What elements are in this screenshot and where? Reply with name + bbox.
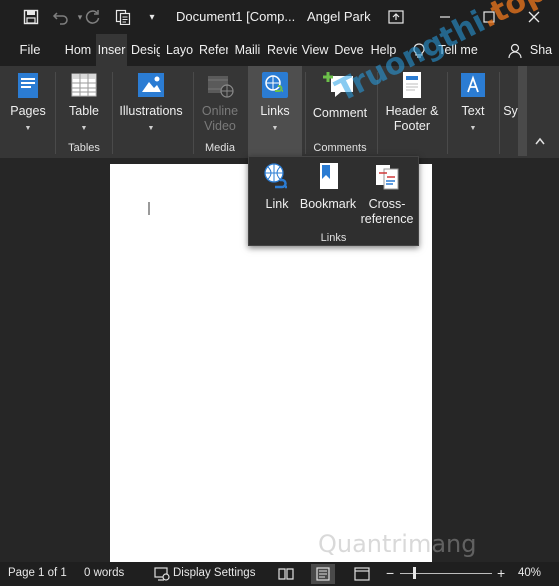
collapse-ribbon-icon[interactable] bbox=[534, 136, 546, 149]
table-label: Table bbox=[69, 104, 99, 118]
comments-group-label: Comments bbox=[313, 142, 367, 154]
group-divider bbox=[112, 72, 113, 154]
display-settings-icon[interactable] bbox=[154, 567, 170, 584]
web-layout-icon[interactable] bbox=[354, 567, 370, 584]
links-button[interactable]: Links ▼ bbox=[253, 70, 297, 136]
links-group-label: Links bbox=[320, 232, 347, 244]
links-icon bbox=[262, 72, 288, 98]
zoom-slider-thumb[interactable] bbox=[413, 567, 416, 579]
zoom-out-button[interactable]: − bbox=[386, 565, 394, 581]
tab-layout[interactable]: Layo bbox=[165, 34, 194, 66]
link-label: Link bbox=[265, 197, 289, 211]
links-label: Links bbox=[260, 104, 290, 118]
watermark-bottom-text: Quantrimang bbox=[318, 530, 477, 558]
user-name[interactable]: Angel Park bbox=[307, 9, 371, 24]
redo-icon[interactable] bbox=[84, 8, 102, 26]
ribbon-scroll-bar[interactable] bbox=[518, 66, 527, 156]
cross-reference-button[interactable]: Cross- reference bbox=[357, 161, 417, 227]
tab-home[interactable]: Hom bbox=[63, 34, 93, 66]
undo-icon[interactable] bbox=[52, 8, 70, 26]
word-count[interactable]: 0 words bbox=[84, 567, 124, 579]
chevron-down-icon: ▼ bbox=[24, 125, 32, 132]
group-divider bbox=[305, 72, 306, 154]
save-icon[interactable] bbox=[22, 8, 40, 26]
tab-developer[interactable]: Deve bbox=[334, 34, 364, 66]
page-count[interactable]: Page 1 of 1 bbox=[8, 567, 67, 579]
document-title: Document1 [Comp... bbox=[176, 9, 296, 24]
tab-review[interactable]: Revie bbox=[267, 34, 297, 66]
online-video-label-line2: Video bbox=[204, 119, 236, 133]
person-icon[interactable] bbox=[506, 42, 524, 60]
link-icon bbox=[264, 163, 287, 189]
watermark-bottom: Quantrimang bbox=[318, 530, 477, 558]
illustrations-icon bbox=[138, 73, 164, 97]
ribbon: Pages ▼ Table ▼ Tables Illustrations ▼ O… bbox=[0, 66, 559, 158]
group-divider bbox=[447, 72, 448, 154]
status-bar: Page 1 of 1 0 words Display Settings − +… bbox=[0, 562, 559, 586]
group-divider bbox=[499, 72, 500, 154]
table-button[interactable]: Table ▼ bbox=[62, 70, 106, 136]
cross-reference-label-line1: Cross- bbox=[368, 197, 406, 211]
header-footer-label-line2: Footer bbox=[393, 119, 431, 133]
ribbon-display-options-icon[interactable] bbox=[387, 8, 405, 26]
read-mode-icon[interactable] bbox=[278, 567, 294, 584]
text-cursor bbox=[148, 202, 150, 215]
group-divider bbox=[193, 72, 194, 154]
chevron-down-icon: ▼ bbox=[147, 125, 155, 132]
table-icon bbox=[71, 73, 97, 97]
customize-quick-access-icon[interactable]: ▾ bbox=[143, 8, 161, 26]
pages-label: Pages bbox=[10, 104, 46, 118]
online-video-label-line1: Online bbox=[201, 104, 239, 118]
print-layout-icon[interactable] bbox=[311, 564, 335, 584]
cross-reference-label-line2: reference bbox=[360, 212, 414, 226]
header-footer-label-line1: Header & bbox=[385, 104, 439, 118]
share-button[interactable]: Sha bbox=[525, 34, 557, 66]
group-divider bbox=[55, 72, 56, 154]
symbols-button[interactable]: Sy bbox=[503, 104, 518, 119]
links-dropdown: Link Bookmark Cross- reference Links bbox=[248, 156, 419, 246]
tab-mailings[interactable]: Maili bbox=[233, 34, 262, 66]
zoom-level[interactable]: 40% bbox=[518, 567, 541, 579]
cross-reference-icon bbox=[376, 165, 399, 190]
zoom-in-button[interactable]: + bbox=[497, 565, 505, 581]
pages-button[interactable]: Pages ▼ bbox=[6, 70, 50, 136]
online-video-button[interactable]: Online Video bbox=[198, 70, 242, 134]
bookmark-icon bbox=[320, 163, 338, 189]
illustrations-button[interactable]: Illustrations ▼ bbox=[117, 70, 185, 136]
bookmark-label: Bookmark bbox=[299, 197, 357, 211]
text-label: Text bbox=[461, 104, 485, 118]
text-button[interactable]: Text ▼ bbox=[452, 70, 494, 136]
chevron-down-icon: ▼ bbox=[469, 125, 477, 132]
format-painter-icon[interactable] bbox=[114, 8, 132, 26]
link-button[interactable]: Link bbox=[253, 161, 301, 212]
symbols-label: Sy bbox=[503, 104, 518, 118]
tables-group-label: Tables bbox=[68, 142, 100, 154]
pages-icon bbox=[18, 73, 38, 98]
chevron-down-icon: ▼ bbox=[80, 125, 88, 132]
chevron-down-icon: ▼ bbox=[271, 125, 279, 132]
tab-file[interactable]: File bbox=[14, 34, 46, 66]
comment-label: Comment bbox=[312, 106, 368, 120]
text-box-icon bbox=[461, 73, 485, 97]
tab-references[interactable]: Refer bbox=[199, 34, 228, 66]
online-video-icon bbox=[208, 76, 234, 98]
tab-design[interactable]: Desig bbox=[131, 34, 160, 66]
bookmark-button[interactable]: Bookmark bbox=[299, 161, 357, 212]
tab-insert[interactable]: Inser bbox=[96, 34, 127, 66]
media-group-label: Media bbox=[205, 142, 235, 154]
display-settings-button[interactable]: Display Settings bbox=[173, 567, 255, 579]
illustrations-label: Illustrations bbox=[119, 104, 183, 118]
tab-view[interactable]: View bbox=[301, 34, 329, 66]
